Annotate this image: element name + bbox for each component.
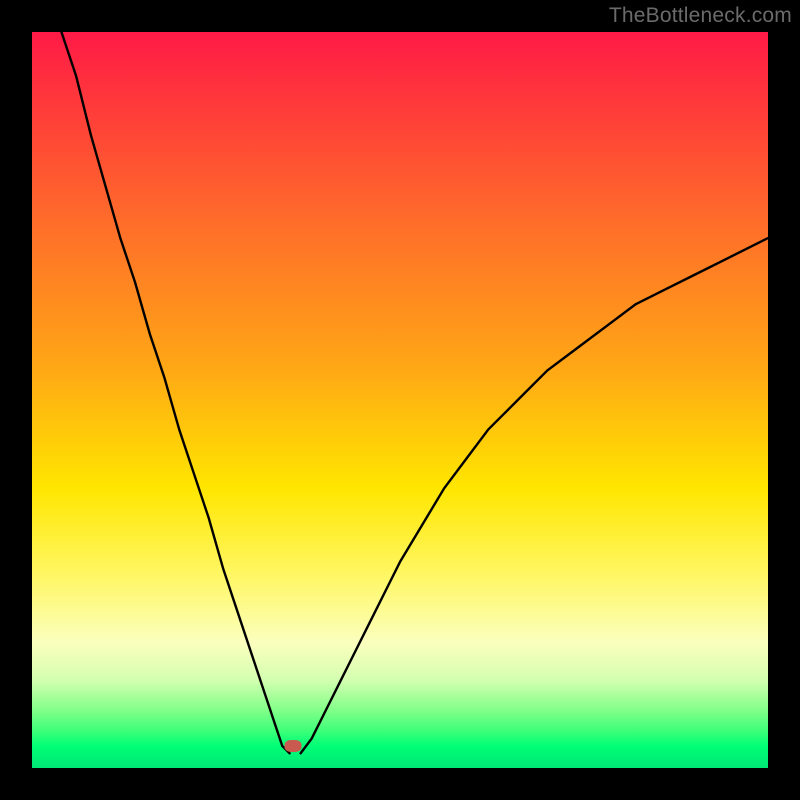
optimal-point-marker xyxy=(285,740,302,752)
bottleneck-curve xyxy=(32,32,768,768)
watermark-text: TheBottleneck.com xyxy=(609,4,792,28)
plot-area xyxy=(32,32,768,768)
chart-frame: TheBottleneck.com xyxy=(0,0,800,800)
